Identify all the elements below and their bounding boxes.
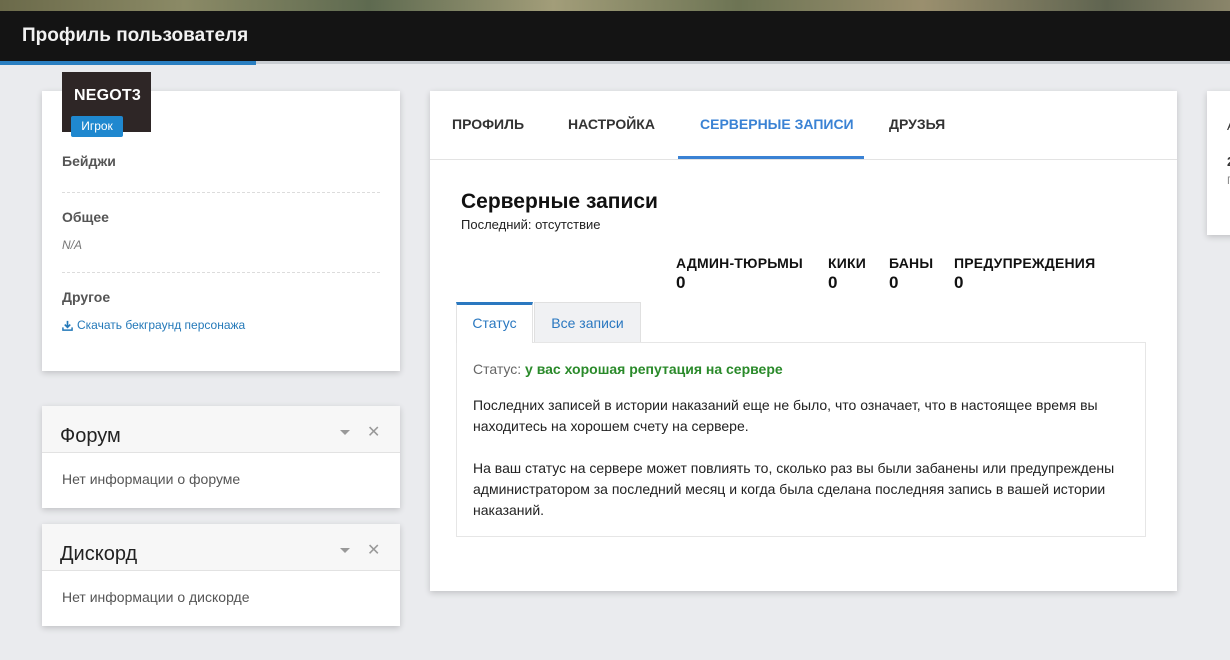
server-records-card: ПРОФИЛЬ НАСТРОЙКА СЕРВЕРНЫЕ ЗАПИСИ ДРУЗЬ… <box>430 91 1177 591</box>
close-icon[interactable]: ✕ <box>367 422 380 442</box>
download-background-link[interactable]: Скачать бекграунд персонажа <box>62 318 380 332</box>
status-label: Статус: <box>473 361 522 377</box>
records-title: Серверные записи <box>461 190 658 213</box>
header-background-image <box>0 0 1230 11</box>
badges-section: Бейджи <box>62 153 380 169</box>
tab-server-records[interactable]: СЕРВЕРНЫЕ ЗАПИСИ <box>700 116 854 132</box>
stat-label: КИКИ <box>828 255 867 271</box>
download-link-label: Скачать бекграунд персонажа <box>77 318 246 332</box>
status-paragraph: Последних записей в истории наказаний ещ… <box>473 397 1098 434</box>
status-line: Статус: у вас хорошая репутация на серве… <box>473 361 783 377</box>
general-section: Общее N/A <box>62 209 380 252</box>
general-heading: Общее <box>62 209 109 225</box>
stat-value: 0 <box>954 273 964 292</box>
subtab-status[interactable]: Статус <box>456 302 533 343</box>
records-last: Последний: отсутствие <box>461 217 601 232</box>
stat-label: ПРЕДУПРЕЖДЕНИЯ <box>954 255 1096 271</box>
header-accent-bar <box>0 61 256 65</box>
forum-widget-title: Форум <box>60 425 121 447</box>
stat-bans: БАНЫ 0 <box>889 255 933 293</box>
close-icon[interactable]: ✕ <box>367 540 380 560</box>
forum-widget-body: Нет информации о форуме <box>62 471 241 487</box>
subtab-all-records[interactable]: Все записи <box>534 302 641 343</box>
chevron-down-icon[interactable] <box>340 548 350 553</box>
discord-widget-body: Нет информации о дискорде <box>62 589 250 605</box>
badges-heading: Бейджи <box>62 153 116 169</box>
nickname: NEGOT3 <box>74 87 141 104</box>
stat-value: 0 <box>889 273 899 292</box>
forum-widget: Форум ✕ Нет информации о форуме <box>42 406 400 508</box>
right-side-card: А 2 Г <box>1207 91 1230 235</box>
page-title: Профиль пользователя <box>22 25 249 46</box>
stat-label: БАНЫ <box>889 255 934 271</box>
page-header: Профиль пользователя <box>0 11 1230 61</box>
status-value: у вас хорошая репутация на сервере <box>525 361 783 377</box>
general-value: N/A <box>62 238 83 252</box>
divider <box>62 192 380 193</box>
other-heading: Другое <box>62 289 111 305</box>
chevron-down-icon[interactable] <box>340 430 350 435</box>
stat-value: 0 <box>676 273 686 292</box>
profile-tabs: ПРОФИЛЬ НАСТРОЙКА СЕРВЕРНЫЕ ЗАПИСИ ДРУЗЬ… <box>430 91 1177 160</box>
forum-widget-header: Форум ✕ <box>42 406 400 453</box>
stat-warnings: ПРЕДУПРЕЖДЕНИЯ 0 <box>954 255 1095 293</box>
tab-profile[interactable]: ПРОФИЛЬ <box>452 116 524 132</box>
status-paragraph: На ваш статус на сервере может повлиять … <box>473 460 1115 518</box>
discord-widget-header: Дискорд ✕ <box>42 524 400 571</box>
other-section: Другое Скачать бекграунд персонажа <box>62 289 380 332</box>
tab-settings[interactable]: НАСТРОЙКА <box>568 116 655 132</box>
tab-friends[interactable]: ДРУЗЬЯ <box>889 116 945 132</box>
divider <box>62 272 380 273</box>
download-icon <box>62 320 73 331</box>
active-tab-indicator <box>678 156 864 159</box>
stat-label: АДМИН-ТЮРЬМЫ <box>676 255 803 271</box>
stat-kicks: КИКИ 0 <box>828 255 866 293</box>
stat-value: 0 <box>828 273 838 292</box>
stat-admin-jails: АДМИН-ТЮРЬМЫ 0 <box>676 255 803 293</box>
header-divider <box>256 61 1230 64</box>
role-badge: Игрок <box>71 116 123 137</box>
discord-widget: Дискорд ✕ Нет информации о дискорде <box>42 524 400 626</box>
status-panel: Статус: у вас хорошая репутация на серве… <box>456 342 1146 537</box>
discord-widget-title: Дискорд <box>60 543 138 565</box>
